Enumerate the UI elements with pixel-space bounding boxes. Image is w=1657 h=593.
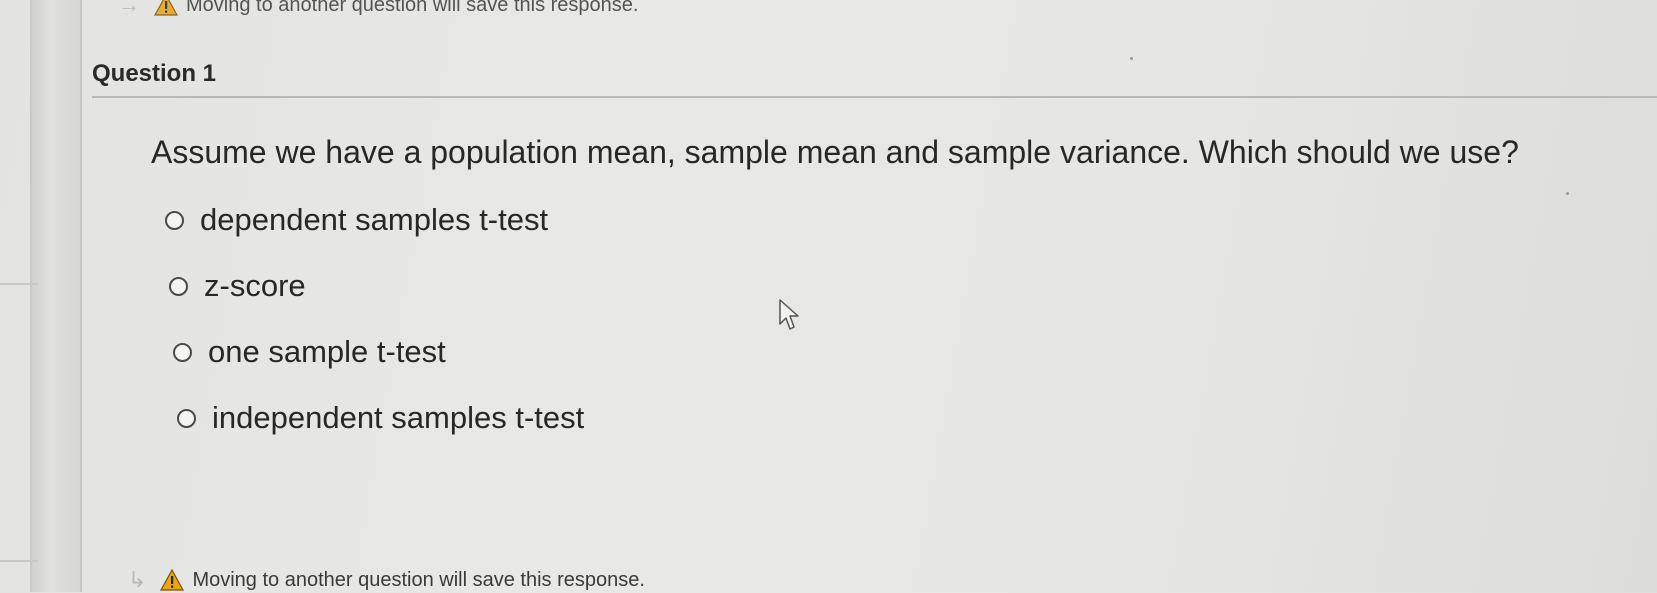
save-notice-bottom: ↳ Moving to another question will save t… — [128, 567, 645, 593]
answer-option-label: one sample t-test — [208, 334, 446, 369]
title-divider — [92, 96, 1657, 98]
radio-empty-icon[interactable] — [177, 408, 196, 428]
save-notice-text: Moving to another question will save thi… — [192, 568, 645, 591]
speck — [1566, 192, 1569, 195]
answer-option-z-score[interactable]: z-score — [169, 268, 306, 304]
save-notice-top: → Moving to another question will save t… — [118, 0, 638, 18]
left-divider-tick — [0, 283, 38, 285]
answer-option-label: independent samples t-test — [212, 400, 585, 435]
answer-option-label: z-score — [204, 268, 306, 303]
left-divider-tick — [0, 560, 38, 562]
answer-option-one-sample[interactable]: one sample t-test — [173, 334, 446, 370]
radio-empty-icon[interactable] — [173, 342, 192, 362]
mouse-pointer-icon — [779, 299, 799, 330]
return-arrow-icon: ↳ — [128, 567, 147, 592]
answer-option-dependent-samples[interactable]: dependent samples t-test — [165, 202, 548, 238]
answer-option-label: dependent samples t-test — [200, 202, 549, 237]
question-title: Question 1 — [92, 60, 217, 87]
warning-triangle-icon — [154, 0, 178, 16]
answer-option-independent-samples[interactable]: independent samples t-test — [177, 400, 584, 436]
save-notice-text: Moving to another question will save thi… — [186, 0, 639, 16]
left-panel-edge — [30, 0, 82, 592]
radio-empty-icon[interactable] — [165, 210, 184, 230]
warning-triangle-icon — [160, 569, 185, 591]
question-prompt: Assume we have a population mean, sample… — [151, 134, 1519, 170]
speck — [1130, 57, 1133, 60]
arrow-icon: → — [118, 0, 140, 17]
radio-empty-icon[interactable] — [169, 276, 188, 296]
